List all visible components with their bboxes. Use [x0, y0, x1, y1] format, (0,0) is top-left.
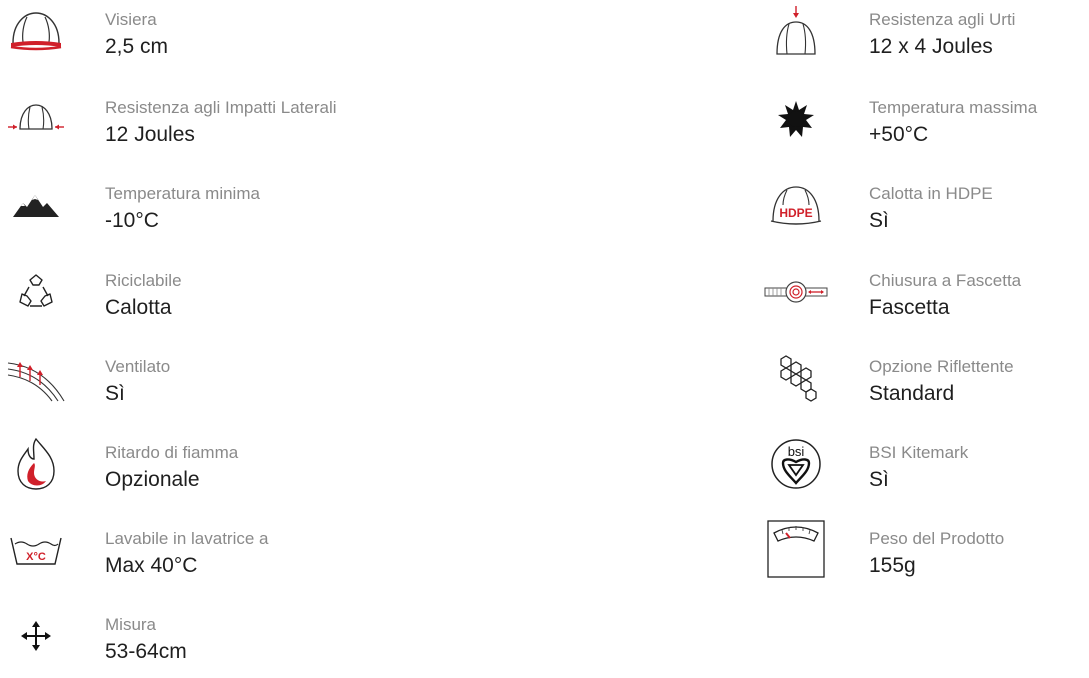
recycle-icon [0, 264, 72, 320]
bsi-kitemark-icon: bsi [760, 436, 832, 492]
feature-min-temperature: Temperatura minima -10°C [0, 177, 600, 247]
feature-value: Max 40°C [105, 554, 198, 577]
wash-icon-text: X°C [26, 551, 46, 563]
feature-label: Ventilato [105, 357, 171, 376]
feature-label: Misura [105, 615, 157, 634]
strap-closure-icon [760, 264, 832, 320]
hdpe-icon-text: HDPE [779, 206, 812, 220]
feature-size: Misura 53-64cm [0, 608, 600, 678]
feature-label: BSI Kitemark [869, 443, 969, 462]
feature-label: Temperatura massima [869, 98, 1038, 117]
helmet-visor-icon [0, 3, 72, 59]
feature-label: Visiera [105, 10, 157, 29]
feature-label: Ritardo di fiamma [105, 443, 239, 462]
feature-strap-closure: Chiusura a Fascetta Fascetta [760, 264, 1089, 334]
feature-value: Standard [869, 382, 955, 405]
feature-label: Lavabile in lavatrice a [105, 529, 269, 548]
feature-value: 2,5 cm [105, 35, 169, 58]
feature-recyclable: Riciclabile Calotta [0, 264, 600, 334]
feature-ventilated: Ventilato Sì [0, 350, 600, 420]
mountains-icon [0, 177, 72, 233]
feature-value: Sì [105, 382, 125, 405]
feature-label: Peso del Prodotto [869, 529, 1005, 548]
feature-bsi-kitemark: bsi BSI Kitemark Sì [760, 436, 1089, 506]
feature-reflective-option: Opzione Riflettente Standard [760, 350, 1089, 420]
feature-label: Opzione Riflettente [869, 357, 1014, 376]
feature-value: +50°C [869, 123, 929, 146]
feature-label: Resistenza agli Impatti Laterali [105, 98, 337, 117]
wash-icon: X°C [0, 522, 72, 578]
feature-lateral-impact: Resistenza agli Impatti Laterali 12 Joul… [0, 91, 600, 161]
lateral-impact-icon [0, 91, 72, 147]
feature-value: Calotta [105, 296, 172, 319]
feature-label: Resistenza agli Urti [869, 10, 1016, 29]
feature-value: -10°C [105, 209, 159, 232]
feature-top-impact: Resistenza agli Urti 12 x 4 Joules [760, 3, 1089, 73]
feature-value: 53-64cm [105, 640, 187, 663]
feature-hdpe-shell: HDPE Calotta in HDPE Sì [760, 177, 1089, 247]
hdpe-helmet-icon: HDPE [760, 177, 832, 233]
feature-flame-retardant: Ritardo di fiamma Opzionale [0, 436, 600, 506]
feature-visor: Visiera 2,5 cm [0, 3, 600, 73]
feature-value: Sì [869, 468, 889, 491]
feature-value: Opzionale [105, 468, 200, 491]
feature-value: 12 x 4 Joules [869, 35, 993, 58]
top-impact-icon [760, 3, 832, 59]
feature-label: Chiusura a Fascetta [869, 271, 1022, 290]
feature-label: Temperatura minima [105, 184, 260, 203]
feature-label: Riciclabile [105, 271, 182, 290]
bsi-icon-text: bsi [788, 444, 805, 459]
feature-product-weight: Peso del Prodotto 155g [760, 520, 1089, 592]
ventilation-icon [0, 350, 72, 406]
feature-washable: X°C Lavabile in lavatrice a Max 40°C [0, 522, 600, 592]
hexagons-icon [760, 350, 832, 406]
scale-icon [760, 520, 832, 578]
feature-value: 155g [869, 554, 916, 577]
feature-value: Fascetta [869, 296, 950, 319]
feature-value: Sì [869, 209, 889, 232]
size-arrows-icon [0, 608, 72, 664]
flame-icon [0, 436, 72, 492]
feature-value: 12 Joules [105, 123, 195, 146]
feature-label: Calotta in HDPE [869, 184, 993, 203]
feature-max-temperature: Temperatura massima +50°C [760, 91, 1089, 161]
sun-icon [760, 91, 832, 147]
